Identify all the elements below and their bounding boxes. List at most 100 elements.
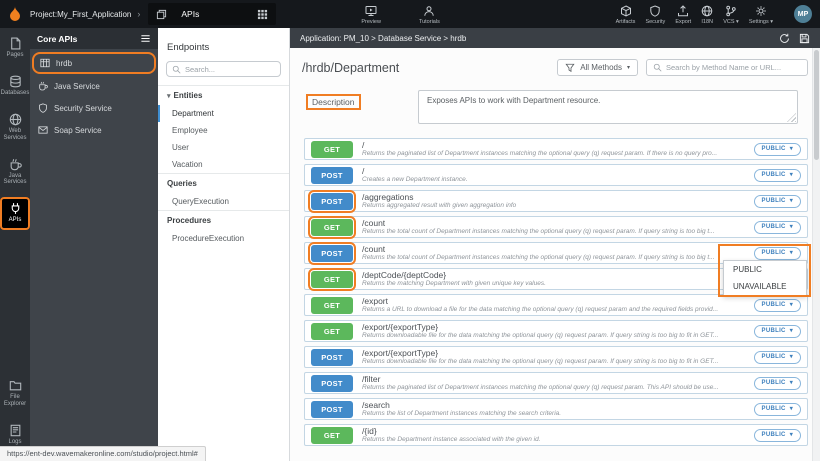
grid-icon[interactable] xyxy=(257,9,268,20)
endpoint-tree-item-queryexecution[interactable]: QueryExecution xyxy=(158,193,289,210)
method-button-get[interactable]: GET xyxy=(311,323,353,340)
i18n-icon xyxy=(701,5,713,17)
endpoint-path: /aggregations xyxy=(362,192,746,202)
rail-item-label: Web Services xyxy=(1,128,29,142)
topbar-action-export[interactable]: Export xyxy=(670,3,696,25)
save-icon[interactable] xyxy=(799,33,810,44)
topbar-action-settings[interactable]: Settings ▾ xyxy=(744,3,778,25)
access-level-button[interactable]: PUBLIC▾ xyxy=(754,195,801,208)
dropdown-option-unavailable[interactable]: UNAVAILABLE xyxy=(724,278,806,295)
caret-down-icon: ▾ xyxy=(790,380,793,386)
method-button-get[interactable]: GET xyxy=(311,297,353,314)
endpoint-info: /exportReturns a URL to download a file … xyxy=(362,296,746,314)
endpoints-search-input[interactable] xyxy=(185,65,275,74)
core-api-item-soap-service[interactable]: Soap Service xyxy=(30,119,158,141)
method-button-post[interactable]: POST xyxy=(311,245,353,262)
java-services-icon xyxy=(38,81,48,91)
method-button-post[interactable]: POST xyxy=(311,349,353,366)
resize-grip[interactable] xyxy=(787,113,796,122)
method-search-input[interactable] xyxy=(666,63,801,72)
endpoint-tree-item-procedureexecution[interactable]: ProcedureExecution xyxy=(158,230,289,247)
methods-filter-dropdown[interactable]: All Methods ▾ xyxy=(557,59,638,76)
envelope-icon xyxy=(38,125,48,135)
core-apis-panel: Core APIs hrdbJava ServiceSecurity Servi… xyxy=(30,28,158,461)
method-button-get[interactable]: GET xyxy=(311,141,353,158)
access-level-button[interactable]: PUBLIC▾ xyxy=(754,169,801,182)
access-level-button[interactable]: PUBLIC ▾ xyxy=(754,403,801,416)
method-button-get[interactable]: GET xyxy=(311,427,353,444)
access-level-button[interactable]: PUBLIC ▾ xyxy=(754,377,801,390)
access-level-label: PUBLIC xyxy=(762,354,786,360)
user-avatar[interactable]: MP xyxy=(794,5,812,23)
rail-item-pages[interactable]: Pages xyxy=(0,32,30,65)
tutorials-icon xyxy=(423,5,435,17)
endpoint-path: /export/{exportType} xyxy=(362,348,746,358)
endpoint-tree-item-vacation[interactable]: Vacation xyxy=(158,156,289,173)
chevron-right-icon: › xyxy=(137,9,140,19)
access-level-button[interactable]: PUBLIC▾ xyxy=(754,221,801,234)
description-field[interactable]: Exposes APIs to work with Department res… xyxy=(418,90,798,124)
topbar-action-artifacts[interactable]: Artifacts xyxy=(611,3,641,25)
access-level-button[interactable]: PUBLIC▾ xyxy=(754,299,801,312)
endpoint-tree-item-employee[interactable]: Employee xyxy=(158,122,289,139)
endpoint-description: Returns the paginated list of Department… xyxy=(362,150,746,158)
endpoint-info: /filterReturns the paginated list of Dep… xyxy=(362,374,746,392)
caret-down-icon: ▾ xyxy=(790,250,793,256)
caret-down-icon: ▾ xyxy=(790,302,793,308)
hamburger-icon[interactable] xyxy=(140,33,151,44)
method-button-get[interactable]: GET xyxy=(311,271,353,288)
topbar-action-export-label: Export xyxy=(675,19,691,25)
access-level-button[interactable]: PUBLIC▾ xyxy=(754,325,801,338)
breadcrumb-bar: Application: PM_10 > Database Service > … xyxy=(290,28,820,48)
vertical-scrollbar xyxy=(812,48,820,461)
endpoints-section-procedures[interactable]: Procedures xyxy=(158,210,289,230)
method-button-post[interactable]: POST xyxy=(311,193,353,210)
method-button-get[interactable]: GET xyxy=(311,219,353,236)
rail-item-web-services[interactable]: Web Services xyxy=(0,108,30,148)
endpoints-section-entities[interactable]: ▾Entities xyxy=(158,85,289,105)
topbar-action-preview[interactable]: Preview xyxy=(356,3,386,25)
endpoint-tree-item-user[interactable]: User xyxy=(158,139,289,156)
api-endpoint-row: GET/countReturns the total count of Depa… xyxy=(304,216,808,238)
method-button-post[interactable]: POST xyxy=(311,401,353,418)
method-button-post[interactable]: POST xyxy=(311,375,353,392)
topbar-action-vcs[interactable]: VCS ▾ xyxy=(718,3,744,25)
method-button-post[interactable]: POST xyxy=(311,167,353,184)
access-level-label: PUBLIC xyxy=(762,406,786,412)
rail-item-file-explorer[interactable]: File Explorer xyxy=(0,374,30,414)
dropdown-option-public[interactable]: PUBLIC xyxy=(724,261,806,278)
endpoint-tree-item-department[interactable]: Department xyxy=(158,105,289,122)
endpoint-description: Creates a new Department instance. xyxy=(362,176,746,184)
access-level-button[interactable]: PUBLIC▾ xyxy=(754,247,801,260)
caret-down-icon: ▾ xyxy=(790,328,793,334)
topbar-action-tutorials[interactable]: Tutorials xyxy=(414,3,445,25)
endpoint-info: /countReturns the total count of Departm… xyxy=(362,244,746,262)
access-level-button[interactable]: PUBLIC▾ xyxy=(754,351,801,364)
caret-down-icon: ▾ xyxy=(790,224,793,230)
api-endpoint-row: GET/{id}Returns the Department instance … xyxy=(304,424,808,446)
apis-icon xyxy=(9,202,22,215)
caret-down-icon: ▾ xyxy=(790,406,793,412)
endpoints-search-box[interactable] xyxy=(166,61,281,77)
workspace-tab-apis[interactable]: APIs xyxy=(148,3,276,25)
core-api-item-security-service[interactable]: Security Service xyxy=(30,97,158,119)
rail-item-java-services[interactable]: Java Services xyxy=(0,153,30,193)
endpoint-path: / xyxy=(362,140,746,150)
caret-down-icon: ▾ xyxy=(790,172,793,178)
rail-item-apis[interactable]: APIs xyxy=(0,197,30,230)
core-api-item-label: Java Service xyxy=(54,82,100,91)
access-level-label: PUBLIC xyxy=(762,198,786,204)
rail-item-databases[interactable]: Databases xyxy=(0,70,30,103)
project-label: Project:My_First_Application xyxy=(30,10,131,19)
topbar-action-i18n[interactable]: I18N xyxy=(696,3,718,25)
refresh-icon[interactable] xyxy=(779,33,790,44)
access-level-button[interactable]: PUBLIC▾ xyxy=(754,143,801,156)
access-level-button[interactable]: PUBLIC▾ xyxy=(754,429,801,442)
scrollbar-thumb[interactable] xyxy=(814,50,819,160)
method-search-box[interactable] xyxy=(646,59,808,76)
core-api-item-hrdb[interactable]: hrdb xyxy=(32,52,156,74)
topbar-action-security[interactable]: Security xyxy=(640,3,670,25)
endpoints-section-queries[interactable]: Queries xyxy=(158,173,289,193)
access-level-label: PUBLIC xyxy=(762,380,786,386)
core-api-item-java-service[interactable]: Java Service xyxy=(30,75,158,97)
